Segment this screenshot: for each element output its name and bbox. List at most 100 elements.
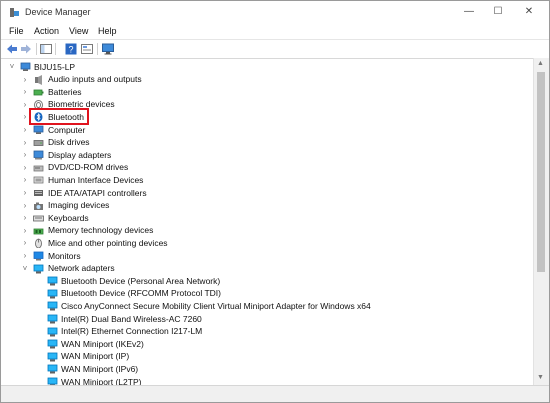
expand-arrow-icon[interactable]: › [21,112,29,122]
tree-item-network-adapter-label: Cisco AnyConnect Secure Mobility Client … [61,300,371,311]
tree-item-display-adapters[interactable]: › Display adapters [3,149,533,162]
scroll-down-arrow-icon[interactable]: ▼ [537,374,544,381]
tree-item-memory-technology-devices-label: Memory technology devices [48,225,154,236]
tree-item-network-adapter[interactable]: WAN Miniport (IP) [3,351,533,364]
network-adapter-icon [47,327,58,337]
memory-icon [33,228,44,235]
computer-icon [20,62,31,71]
tree-item-memory-technology-devices[interactable]: › Memory technology devices [3,225,533,238]
minimize-button[interactable]: — [457,4,481,20]
tree-item-human-interface-devices[interactable]: › Human Interface Devices [3,174,533,187]
expand-arrow-icon[interactable]: › [21,163,29,173]
tree-item-dvd-cd-rom-drives-label: DVD/CD-ROM drives [48,162,129,173]
menu-view[interactable]: View [69,26,88,36]
tree-item-batteries[interactable]: › Batteries [3,86,533,99]
expand-arrow-icon[interactable]: › [21,125,29,135]
tree-item-disk-drives[interactable]: › Disk drives [3,137,533,150]
tree-item-monitors-label: Monitors [48,250,81,261]
network-adapter-icon [47,377,58,385]
network-adapter-icon [47,352,58,362]
toolbar-separator [55,43,56,55]
tree-item-mice-and-other-pointing-devices-label: Mice and other pointing devices [48,237,168,248]
tree-item-network-adapter[interactable]: WAN Miniport (L2TP) [3,376,533,385]
tree-item-ide-ata-atapi-controllers[interactable]: › IDE ATA/ATAPI controllers [3,187,533,200]
tree-item-network-adapters[interactable]: ˅ Network adapters [3,263,533,276]
scroll-up-arrow-icon[interactable]: ▲ [537,60,544,67]
tree-item-mice-and-other-pointing-devices[interactable]: › Mice and other pointing devices [3,237,533,250]
expand-arrow-icon[interactable]: › [21,150,29,160]
network-adapter-icon [47,314,58,324]
tree-item-network-adapter[interactable]: Bluetooth Device (RFCOMM Protocol TDI) [3,288,533,301]
title-bar: Device Manager — ☐ ✕ [1,1,549,25]
network-adapter-icon [47,364,58,374]
show-hide-console-tree-icon[interactable] [40,43,52,55]
network-adapter-icon [47,289,58,299]
tree-item-network-adapter-label: WAN Miniport (IKEv2) [61,338,144,349]
window-title: Device Manager [25,7,91,17]
expand-arrow-icon[interactable]: › [21,175,29,185]
computer-icon [33,125,44,134]
tree-item-audio-inputs-and-outputs[interactable]: › Audio inputs and outputs [3,74,533,87]
tree-item-network-adapter[interactable]: Intel(R) Ethernet Connection I217-LM [3,326,533,339]
back-icon[interactable] [6,43,18,55]
monitor-icon[interactable] [102,43,114,55]
svg-text:?: ? [68,45,73,55]
network-adapter-icon [47,301,58,311]
tree-item-network-adapter[interactable]: Cisco AnyConnect Secure Mobility Client … [3,300,533,313]
display-icon [33,150,44,160]
tree-item-network-adapter[interactable]: Intel(R) Dual Band Wireless-AC 7260 [3,313,533,326]
expand-arrow-icon[interactable]: › [21,100,29,110]
tree-root-computer[interactable]: ˅ BIJU15-LP [3,61,533,74]
hid-icon [33,176,44,184]
disk-icon [33,139,44,146]
menu-action[interactable]: Action [34,26,59,36]
menu-file[interactable]: File [9,26,24,36]
tree-item-human-interface-devices-label: Human Interface Devices [48,174,144,185]
bluetooth-highlight-box [29,108,89,125]
expand-arrow-icon[interactable]: › [21,201,29,211]
status-bar [1,385,549,402]
tree-item-computer-label: Computer [48,124,86,135]
expand-arrow-icon[interactable]: › [21,251,29,261]
collapse-arrow-icon[interactable]: ˅ [8,62,16,72]
expand-arrow-icon[interactable]: › [21,226,29,236]
tree-item-computer[interactable]: › Computer [3,124,533,137]
tree-item-monitors[interactable]: › Monitors [3,250,533,263]
expand-arrow-icon[interactable]: › [21,138,29,148]
tree-item-network-adapter[interactable]: WAN Miniport (IPv6) [3,363,533,376]
tree-item-network-adapter-label: WAN Miniport (L2TP) [61,376,142,386]
expand-arrow-icon[interactable]: › [21,188,29,198]
tree-item-dvd-cd-rom-drives[interactable]: › DVD/CD-ROM drives [3,162,533,175]
expand-arrow-icon[interactable]: › [21,87,29,97]
menu-bar: File Action View Help [1,25,549,39]
dvd-icon [33,165,44,172]
vertical-scrollbar[interactable]: ▲ ▼ [533,58,549,385]
tree-item-network-adapter[interactable]: Bluetooth Device (Personal Area Network) [3,275,533,288]
expand-arrow-icon[interactable]: › [21,75,29,85]
properties-icon[interactable] [81,43,93,55]
tree-item-imaging-devices[interactable]: › Imaging devices [3,200,533,213]
toolbar-separator [36,43,37,55]
tree-item-network-adapters-label: Network adapters [48,263,115,274]
tree-item-keyboards-label: Keyboards [48,212,89,223]
tree-item-ide-ata-atapi-controllers-label: IDE ATA/ATAPI controllers [48,187,147,198]
network-adapter-icon [47,339,58,349]
collapse-arrow-icon[interactable]: ˅ [21,264,29,274]
tree-item-keyboards[interactable]: › Keyboards [3,212,533,225]
expand-arrow-icon[interactable]: › [21,238,29,248]
battery-icon [33,89,44,96]
imaging-icon [34,202,43,210]
tree-item-network-adapter-label: WAN Miniport (IPv6) [61,363,139,374]
help-icon[interactable]: ? [65,43,77,55]
device-manager-app-icon [10,8,19,17]
expand-arrow-icon[interactable]: › [21,213,29,223]
maximize-button[interactable]: ☐ [486,4,510,20]
tree-item-network-adapter-label: Bluetooth Device (Personal Area Network) [61,275,221,286]
close-button[interactable]: ✕ [517,4,541,20]
forward-icon[interactable] [20,43,32,55]
menu-help[interactable]: Help [98,26,117,36]
tree-item-display-adapters-label: Display adapters [48,149,112,160]
tree-item-network-adapter[interactable]: WAN Miniport (IKEv2) [3,338,533,351]
scroll-thumb[interactable] [537,72,545,272]
audio-icon [35,74,42,85]
